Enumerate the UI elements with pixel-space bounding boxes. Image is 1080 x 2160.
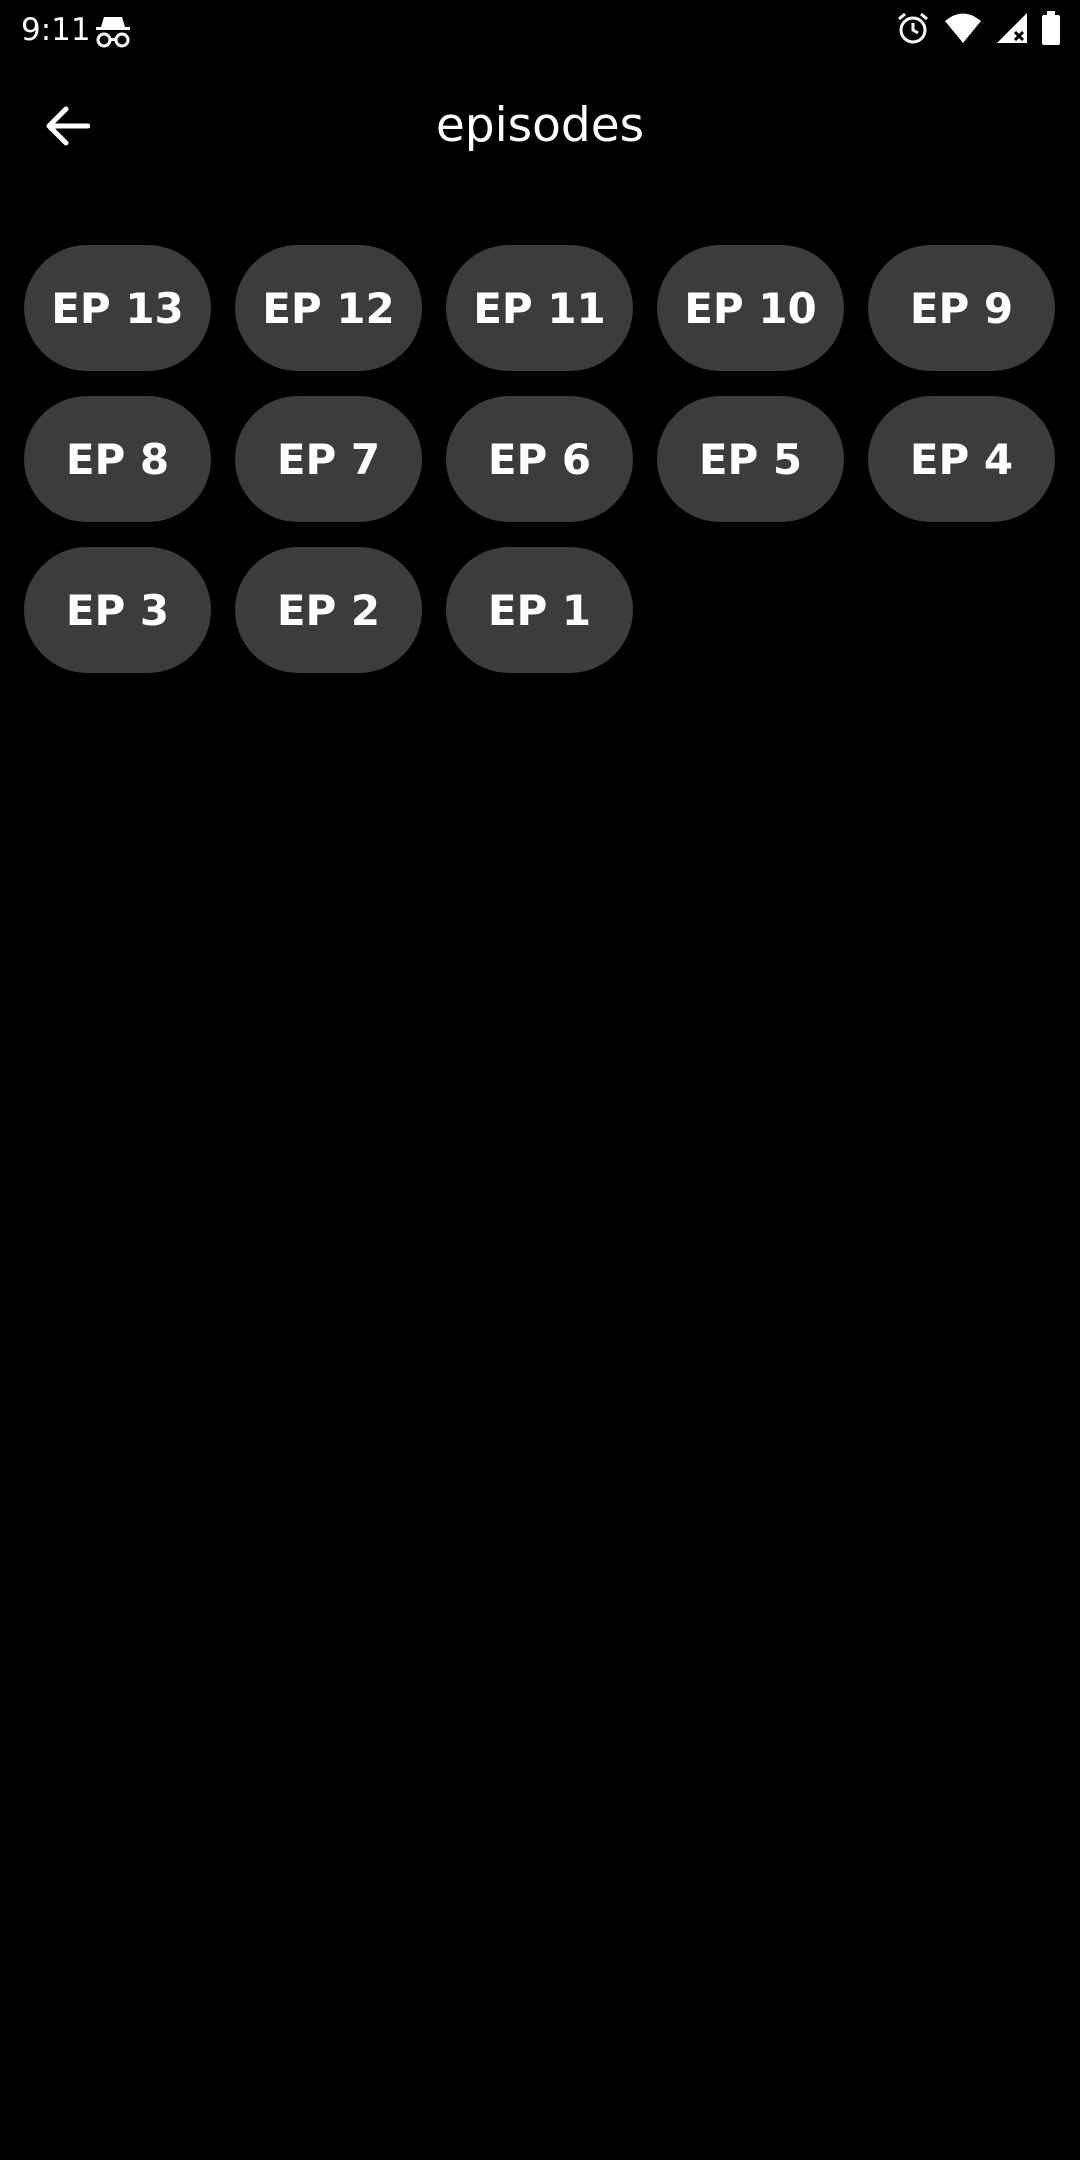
episode-button[interactable]: EP 7 [235, 396, 422, 522]
episode-button[interactable]: EP 13 [24, 245, 211, 371]
episodes-screen: 9:11 episodes EP 13 EP 12 EP 11 EP 10 EP… [0, 0, 1080, 2160]
episode-button[interactable]: EP 6 [446, 396, 633, 522]
episode-button[interactable]: EP 12 [235, 245, 422, 371]
signal-icon [996, 12, 1028, 48]
wifi-icon [944, 12, 982, 48]
episode-button[interactable]: EP 5 [657, 396, 844, 522]
incognito-icon [94, 13, 132, 49]
episode-button[interactable]: EP 1 [446, 547, 633, 673]
app-bar: episodes [0, 60, 1080, 196]
episode-grid: EP 13 EP 12 EP 11 EP 10 EP 9 EP 8 EP 7 E… [24, 245, 1056, 673]
battery-icon [1042, 11, 1060, 49]
page-title: episodes [435, 98, 645, 153]
status-bar: 9:11 [0, 0, 1080, 60]
status-time: 9:11 [21, 12, 91, 48]
alarm-icon [896, 11, 930, 49]
episode-button[interactable]: EP 2 [235, 547, 422, 673]
episode-button[interactable]: EP 3 [24, 547, 211, 673]
episode-button[interactable]: EP 9 [868, 245, 1055, 371]
episode-button[interactable]: EP 11 [446, 245, 633, 371]
status-icons [896, 11, 1060, 49]
episode-button[interactable]: EP 10 [657, 245, 844, 371]
episode-button[interactable]: EP 4 [868, 396, 1055, 522]
episode-button[interactable]: EP 8 [24, 396, 211, 522]
